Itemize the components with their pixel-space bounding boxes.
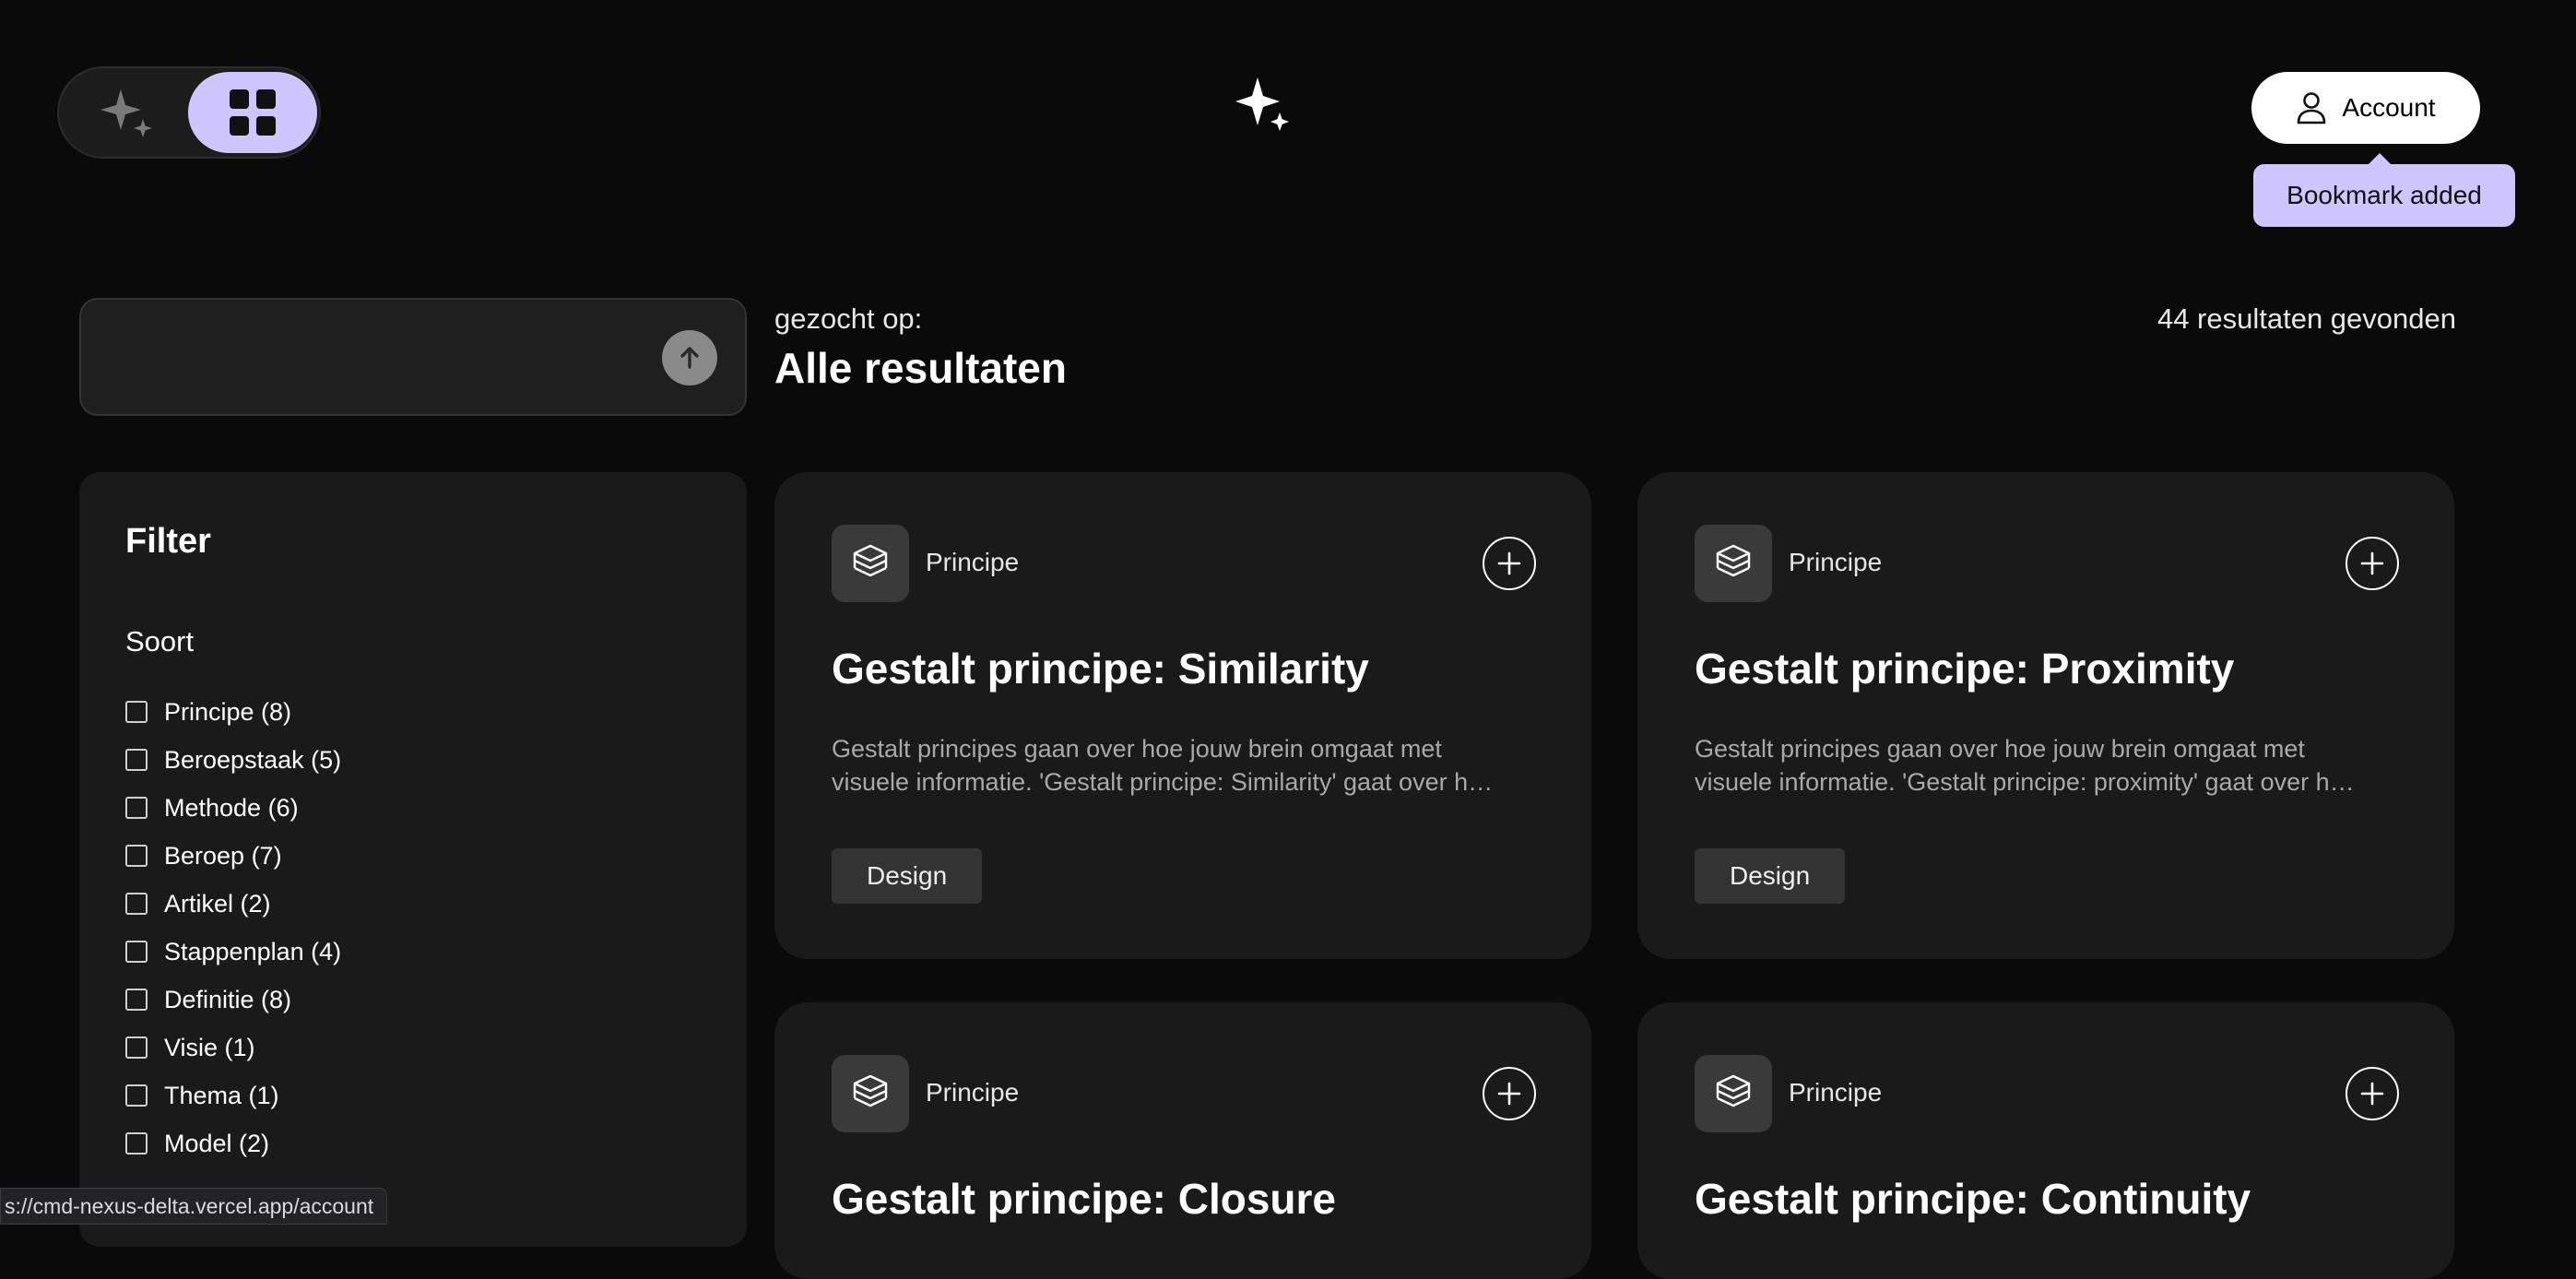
account-label: Account bbox=[2342, 93, 2436, 122]
toast-text: Bookmark added bbox=[2286, 181, 2482, 209]
filter-item-definitie[interactable]: Definitie (8) bbox=[125, 976, 341, 1024]
card-title[interactable]: Gestalt principe: Proximity bbox=[1695, 644, 2234, 693]
plus-circle-icon bbox=[1497, 551, 1521, 575]
search-input[interactable] bbox=[100, 318, 653, 397]
card-title[interactable]: Gestalt principe: Similarity bbox=[832, 644, 1369, 693]
result-count: 44 resultaten gevonden bbox=[2157, 302, 2456, 335]
filter-checkbox[interactable] bbox=[125, 1132, 148, 1155]
result-card[interactable]: Principe Gestalt principe: Proximity Ges… bbox=[1637, 472, 2454, 959]
result-card[interactable]: Principe Gestalt principe: Continuity bbox=[1637, 1002, 2454, 1279]
filter-title: Filter bbox=[125, 522, 211, 561]
search-box bbox=[79, 298, 747, 416]
add-bookmark-button[interactable] bbox=[2346, 1067, 2399, 1120]
filter-checkbox[interactable] bbox=[125, 845, 148, 867]
layers-icon bbox=[1695, 525, 1772, 602]
add-bookmark-button[interactable] bbox=[1483, 1067, 1536, 1120]
filter-checkbox[interactable] bbox=[125, 701, 148, 723]
search-query-title: Alle resultaten bbox=[774, 344, 1067, 392]
filter-item-stappenplan[interactable]: Stappenplan (4) bbox=[125, 928, 341, 976]
filter-item-label: Definitie (8) bbox=[164, 985, 292, 1013]
link-preview-statusbar: s://cmd-nexus-delta.vercel.app/account bbox=[0, 1188, 388, 1225]
filter-item-model[interactable]: Model (2) bbox=[125, 1119, 341, 1167]
filter-section-title: Soort bbox=[125, 625, 195, 657]
filter-checkbox[interactable] bbox=[125, 941, 148, 963]
view-toggle bbox=[57, 66, 321, 159]
filter-item-label: Model (2) bbox=[164, 1129, 270, 1157]
filter-item-methode[interactable]: Methode (6) bbox=[125, 784, 341, 832]
result-card[interactable]: Principe Gestalt principe: Closure bbox=[774, 1002, 1591, 1279]
filter-item-label: Methode (6) bbox=[164, 793, 299, 822]
grid-icon bbox=[230, 89, 276, 136]
filter-item-label: Principe (8) bbox=[164, 697, 292, 726]
filter-list: Principe (8) Beroepstaak (5) Methode (6)… bbox=[125, 688, 341, 1167]
card-type-label: Principe bbox=[926, 1078, 1020, 1107]
filter-item-artikel[interactable]: Artikel (2) bbox=[125, 880, 341, 928]
filter-checkbox[interactable] bbox=[125, 1084, 148, 1107]
filter-item-beroepstaak[interactable]: Beroepstaak (5) bbox=[125, 736, 341, 784]
arrow-up-icon bbox=[680, 347, 699, 369]
layers-icon bbox=[832, 1055, 909, 1132]
filter-item-label: Stappenplan (4) bbox=[164, 937, 342, 965]
filter-item-principe[interactable]: Principe (8) bbox=[125, 688, 341, 736]
search-submit-button[interactable] bbox=[662, 330, 717, 385]
bookmark-toast: Bookmark added bbox=[2253, 153, 2515, 227]
add-bookmark-button[interactable] bbox=[1483, 537, 1536, 590]
card-description: Gestalt principes gaan over hoe jouw bre… bbox=[1695, 735, 2357, 796]
layers-icon bbox=[832, 525, 909, 602]
card-type-label: Principe bbox=[926, 548, 1020, 576]
filter-checkbox[interactable] bbox=[125, 893, 148, 915]
filter-checkbox[interactable] bbox=[125, 989, 148, 1011]
sparkle-logo-icon[interactable] bbox=[1235, 77, 1291, 135]
filter-item-visie[interactable]: Visie (1) bbox=[125, 1024, 341, 1072]
card-type-label: Principe bbox=[1789, 548, 1883, 576]
grid-view-toggle-button[interactable] bbox=[188, 72, 317, 153]
card-tag[interactable]: Design bbox=[832, 848, 983, 904]
card-title[interactable]: Gestalt principe: Continuity bbox=[1695, 1174, 2251, 1224]
user-icon bbox=[2298, 92, 2326, 124]
filter-checkbox[interactable] bbox=[125, 749, 148, 771]
filter-item-label: Beroepstaak (5) bbox=[164, 745, 342, 774]
filter-item-label: Beroep (7) bbox=[164, 841, 282, 870]
filter-item-label: Visie (1) bbox=[164, 1033, 255, 1061]
card-tag[interactable]: Design bbox=[1695, 848, 1846, 904]
filter-panel: Filter Soort Principe (8) Beroepstaak (5… bbox=[79, 472, 747, 1247]
sparkle-icon bbox=[100, 89, 152, 137]
filter-item-label: Artikel (2) bbox=[164, 889, 271, 918]
add-bookmark-button[interactable] bbox=[2346, 537, 2399, 590]
card-description: Gestalt principes gaan over hoe jouw bre… bbox=[832, 735, 1496, 796]
filter-checkbox[interactable] bbox=[125, 1036, 148, 1059]
filter-item-label: Thema (1) bbox=[164, 1081, 279, 1109]
plus-circle-icon bbox=[1497, 1082, 1521, 1106]
plus-circle-icon bbox=[2360, 1082, 2384, 1106]
layers-icon bbox=[1695, 1055, 1772, 1132]
statusbar-url: s://cmd-nexus-delta.vercel.app/account bbox=[5, 1193, 374, 1218]
search-label: gezocht op: bbox=[774, 302, 923, 335]
card-type-label: Principe bbox=[1789, 1078, 1883, 1107]
plus-circle-icon bbox=[2360, 551, 2384, 575]
ai-view-toggle-button[interactable] bbox=[63, 72, 192, 153]
filter-item-thema[interactable]: Thema (1) bbox=[125, 1072, 341, 1119]
card-title[interactable]: Gestalt principe: Closure bbox=[832, 1174, 1336, 1224]
account-button[interactable]: Account bbox=[2251, 72, 2480, 144]
filter-checkbox[interactable] bbox=[125, 797, 148, 819]
filter-item-beroep[interactable]: Beroep (7) bbox=[125, 832, 341, 880]
result-card[interactable]: Principe Gestalt principe: Similarity Ge… bbox=[774, 472, 1591, 959]
